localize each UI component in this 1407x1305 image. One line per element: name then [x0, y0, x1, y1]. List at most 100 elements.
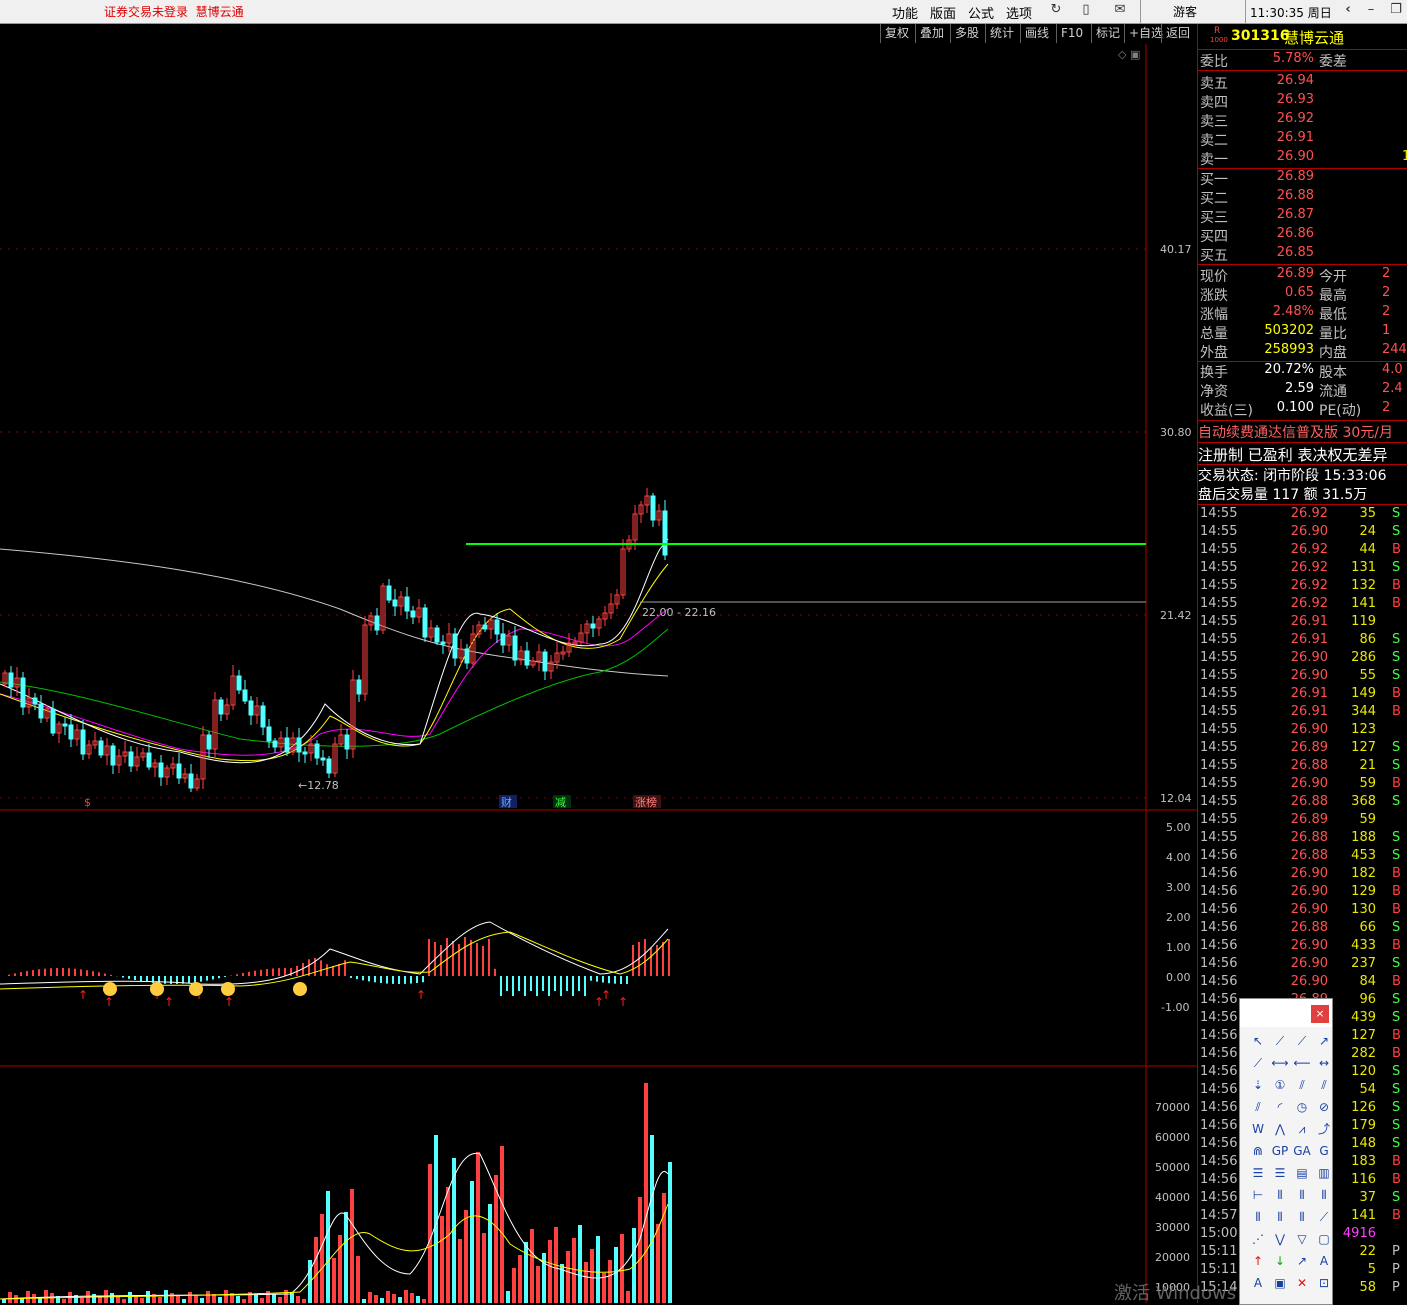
- tick-row[interactable]: 14:5626.9084B: [1198, 974, 1407, 992]
- drawing-tool-icon[interactable]: ▥: [1314, 1163, 1334, 1183]
- drawing-tool-icon[interactable]: W: [1248, 1119, 1268, 1139]
- drawing-tool-icon[interactable]: ⦀: [1292, 1185, 1312, 1205]
- user-label[interactable]: 游客: [1173, 3, 1197, 20]
- drawing-tool-icon[interactable]: ⟋: [1270, 1031, 1290, 1051]
- ask-level-row[interactable]: 卖五26.94: [1198, 73, 1407, 92]
- tick-row[interactable]: 14:5526.9235S: [1198, 506, 1407, 524]
- kline-chart[interactable]: ◇ ▣ 40.17 30.80 21.42 12.04 5.00 4.00 3.…: [0, 44, 1197, 1303]
- bid-level-row[interactable]: 买三26.87: [1198, 207, 1407, 226]
- tick-row[interactable]: 14:5526.90286S: [1198, 650, 1407, 668]
- drawing-tool-icon[interactable]: ⟋: [1314, 1207, 1334, 1227]
- tick-row[interactable]: 14:5526.9055S: [1198, 668, 1407, 686]
- drawing-tool-icon[interactable]: ▢: [1314, 1229, 1334, 1249]
- drawing-tool-icon[interactable]: ⋒: [1248, 1141, 1268, 1161]
- bid-level-row[interactable]: 买一26.89: [1198, 169, 1407, 188]
- tick-row[interactable]: 14:5626.90433B: [1198, 938, 1407, 956]
- tick-row[interactable]: 14:5626.90130B: [1198, 902, 1407, 920]
- drawing-tool-icon[interactable]: A: [1248, 1273, 1268, 1293]
- event-reduce-mark[interactable]: 减: [555, 796, 566, 809]
- quote-stat-row[interactable]: 现价26.89今开2: [1198, 266, 1407, 285]
- drawing-tool-icon[interactable]: ①: [1270, 1075, 1290, 1095]
- event-finance-mark[interactable]: 财: [501, 795, 512, 809]
- drawing-tool-icon[interactable]: ▣: [1270, 1273, 1290, 1293]
- drawing-tool-icon[interactable]: ☰: [1270, 1163, 1290, 1183]
- btn-overlay[interactable]: 叠加: [915, 24, 948, 43]
- drawing-tool-icon[interactable]: ↓: [1270, 1251, 1290, 1271]
- quote-stat-row[interactable]: 总量503202量比1: [1198, 323, 1407, 342]
- tick-row[interactable]: 14:5526.9024S: [1198, 524, 1407, 542]
- drawing-tool-icon[interactable]: ▤: [1292, 1163, 1312, 1183]
- back-icon[interactable]: ‹: [1340, 2, 1356, 18]
- login-notice[interactable]: 证券交易未登录 慧博云通: [104, 3, 244, 20]
- btn-statistics[interactable]: 统计: [985, 24, 1018, 43]
- drawing-tool-icon[interactable]: ⟵: [1292, 1053, 1312, 1073]
- tick-row[interactable]: 14:5526.91344B: [1198, 704, 1407, 722]
- menu-layout[interactable]: 版面: [930, 3, 956, 22]
- drawing-tool-icon[interactable]: ⊘: [1314, 1097, 1334, 1117]
- drawing-tool-icon[interactable]: ◷: [1292, 1097, 1312, 1117]
- drawing-tool-icon[interactable]: ⇣: [1248, 1075, 1268, 1095]
- drawing-tool-icon[interactable]: ⦀: [1314, 1185, 1334, 1205]
- panel-toggle-icon[interactable]: ▣: [1130, 48, 1140, 61]
- drawing-tool-icon[interactable]: ⊡: [1314, 1273, 1334, 1293]
- event-toplist-mark[interactable]: 涨榜: [635, 795, 657, 809]
- drawing-tool-icon[interactable]: ⋰: [1248, 1229, 1268, 1249]
- tick-row[interactable]: 14:5526.8821S: [1198, 758, 1407, 776]
- tick-row[interactable]: 14:5526.92132B: [1198, 578, 1407, 596]
- drawing-tool-icon[interactable]: ⫽: [1292, 1075, 1312, 1095]
- drawing-tool-icon[interactable]: ↗: [1292, 1251, 1312, 1271]
- drawing-tool-icon[interactable]: ⩘: [1292, 1119, 1312, 1139]
- menu-formula[interactable]: 公式: [968, 3, 994, 22]
- drawing-tool-icon[interactable]: ⟋: [1248, 1053, 1268, 1073]
- drawing-tools-palette[interactable]: × ↖⟋⟋↗⟋⟷⟵↔⇣①⫽⫽⫽◜◷⊘W⋀⩘⤴⋒GPGAG☰☰▤▥⊢⦀⦀⦀⦀⦀⦀⟋…: [1239, 998, 1333, 1305]
- drawing-tool-icon[interactable]: GP: [1270, 1141, 1290, 1161]
- menu-options[interactable]: 选项: [1006, 3, 1032, 22]
- tick-row[interactable]: 14:5526.92141B: [1198, 596, 1407, 614]
- drawing-tool-icon[interactable]: ⋁: [1270, 1229, 1290, 1249]
- drawing-tool-icon[interactable]: ⫽: [1248, 1097, 1268, 1117]
- tick-row[interactable]: 14:5526.88368S: [1198, 794, 1407, 812]
- drawing-tool-icon[interactable]: ⦀: [1270, 1207, 1290, 1227]
- minimize-icon[interactable]: –: [1363, 2, 1379, 18]
- tick-row[interactable]: 14:5526.90123: [1198, 722, 1407, 740]
- drawing-tool-icon[interactable]: ↖: [1248, 1031, 1268, 1051]
- btn-f10[interactable]: F10: [1056, 24, 1087, 43]
- quote-stat2-row[interactable]: 收益(三)0.100PE(动)2: [1198, 400, 1407, 419]
- bid-level-row[interactable]: 买二26.88: [1198, 188, 1407, 207]
- stock-code[interactable]: 301316: [1231, 28, 1289, 44]
- drawing-tool-icon[interactable]: ▽: [1292, 1229, 1312, 1249]
- tick-row[interactable]: 14:5626.8866S: [1198, 920, 1407, 938]
- drawing-tool-icon[interactable]: ↑: [1248, 1251, 1268, 1271]
- ask-level-row[interactable]: 卖三26.92: [1198, 111, 1407, 130]
- quote-stat2-row[interactable]: 净资2.59流通2.4: [1198, 381, 1407, 400]
- ask-level-row[interactable]: 卖二26.91: [1198, 130, 1407, 149]
- drawing-tool-icon[interactable]: ⫽: [1314, 1075, 1334, 1095]
- restore-icon[interactable]: ❐: [1388, 2, 1404, 18]
- drawing-tool-icon[interactable]: ⦀: [1292, 1207, 1312, 1227]
- drawing-tool-icon[interactable]: ⋀: [1270, 1119, 1290, 1139]
- quote-stat-row[interactable]: 涨幅2.48%最低2: [1198, 304, 1407, 323]
- tick-row[interactable]: 14:5526.92131S: [1198, 560, 1407, 578]
- drawing-tool-icon[interactable]: ☰: [1248, 1163, 1268, 1183]
- tick-row[interactable]: 14:5526.9186S: [1198, 632, 1407, 650]
- tick-row[interactable]: 14:5526.8959: [1198, 812, 1407, 830]
- tick-row[interactable]: 14:5526.91149B: [1198, 686, 1407, 704]
- drawing-tool-icon[interactable]: ⤴: [1314, 1119, 1334, 1139]
- tick-row[interactable]: 14:5526.9244B: [1198, 542, 1407, 560]
- palette-close-button[interactable]: ×: [1311, 1005, 1329, 1023]
- tick-row[interactable]: 14:5526.88188S: [1198, 830, 1407, 848]
- drawing-tool-icon[interactable]: G: [1314, 1141, 1334, 1161]
- drawing-tool-icon[interactable]: ⊢: [1248, 1185, 1268, 1205]
- drawing-tool-icon[interactable]: ✕: [1292, 1273, 1312, 1293]
- ask-level-row[interactable]: 卖一26.90: [1198, 149, 1407, 168]
- ask-level-row[interactable]: 卖四26.93: [1198, 92, 1407, 111]
- stock-name[interactable]: 慧博云通: [1284, 27, 1344, 48]
- event-dividend-mark[interactable]: $: [84, 796, 91, 809]
- bid-level-row[interactable]: 买四26.86: [1198, 226, 1407, 245]
- phone-icon[interactable]: ▯: [1078, 2, 1094, 18]
- drawing-tool-icon[interactable]: ↔: [1314, 1053, 1334, 1073]
- btn-mark[interactable]: 标记: [1091, 24, 1124, 43]
- drawing-tool-icon[interactable]: ⦀: [1248, 1207, 1268, 1227]
- drawing-tool-icon[interactable]: ◜: [1270, 1097, 1290, 1117]
- bid-level-row[interactable]: 买五26.85: [1198, 245, 1407, 264]
